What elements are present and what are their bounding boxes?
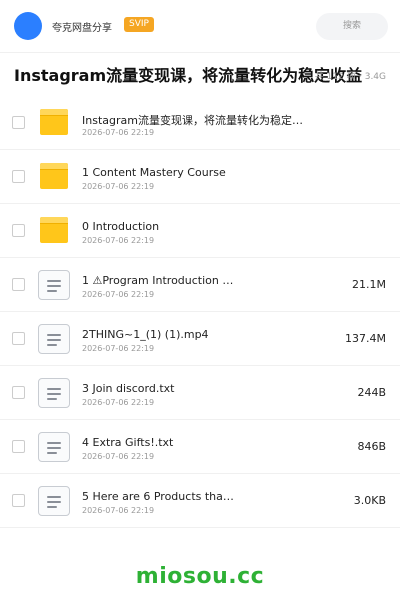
- file-list: Instagram流量变现课，将流量转化为稳定收益 2026-07-06 22:…: [0, 96, 400, 528]
- item-name: Instagram流量变现课，将流量转化为稳定收益: [82, 114, 312, 127]
- item-name: 1 ⚠Program Introduction …: [82, 274, 234, 287]
- file-icon: [38, 324, 70, 354]
- item-name: 0 Introduction: [82, 220, 160, 233]
- list-item[interactable]: 3 Join discord.txt 2026-07-06 22:19 244B: [0, 366, 400, 420]
- item-date: 2026-07-06 22:19: [82, 290, 155, 299]
- row-checkbox[interactable]: [12, 278, 25, 291]
- item-size: 3.0KB: [353, 494, 386, 507]
- row-checkbox[interactable]: [12, 440, 25, 453]
- row-checkbox[interactable]: [12, 170, 25, 183]
- item-name: 1 Content Mastery Course: [82, 166, 226, 179]
- list-item[interactable]: 1 ⚠Program Introduction … 2026-07-06 22:…: [0, 258, 400, 312]
- file-icon: [38, 486, 70, 516]
- item-date: 2026-07-06 22:19: [82, 398, 155, 407]
- item-date: 2026-07-06 22:19: [82, 182, 155, 191]
- file-icon: [38, 270, 70, 300]
- folder-icon: [38, 216, 70, 246]
- item-size: 846B: [357, 440, 386, 453]
- top-bar: 夸克网盘分享 SVIP 搜索: [0, 0, 400, 52]
- item-name: 5 Here are 6 Products tha…: [82, 490, 234, 503]
- item-date: 2026-07-06 22:19: [82, 236, 155, 245]
- item-date: 2026-07-06 22:19: [82, 506, 155, 515]
- folder-icon: [38, 108, 70, 138]
- svip-badge[interactable]: SVIP: [124, 17, 154, 32]
- item-size: 244B: [357, 386, 386, 399]
- watermark: miosou.cc: [135, 564, 265, 589]
- file-icon: [38, 378, 70, 408]
- divider: [0, 52, 400, 53]
- row-checkbox[interactable]: [12, 494, 25, 507]
- item-size: 21.1M: [352, 278, 386, 291]
- row-checkbox[interactable]: [12, 332, 25, 345]
- list-item[interactable]: 0 Introduction 2026-07-06 22:19: [0, 204, 400, 258]
- item-size: 137.4M: [345, 332, 386, 345]
- file-icon: [38, 432, 70, 462]
- item-date: 2026-07-06 22:19: [82, 452, 155, 461]
- share-meta: 共 112 项・3.4G: [314, 72, 386, 82]
- item-name: 4 Extra Gifts!.txt: [82, 436, 174, 449]
- folder-icon: [38, 162, 70, 192]
- item-name: 2THING~1_(1) (1).mp4: [82, 328, 209, 341]
- item-date: 2026-07-06 22:19: [82, 128, 155, 137]
- list-item[interactable]: 2THING~1_(1) (1).mp4 2026-07-06 22:19 13…: [0, 312, 400, 366]
- list-item[interactable]: Instagram流量变现课，将流量转化为稳定收益 2026-07-06 22:…: [0, 96, 400, 150]
- list-item[interactable]: 5 Here are 6 Products tha… 2026-07-06 22…: [0, 474, 400, 528]
- share-title: Instagram流量变现课，将流量转化为稳定收益: [14, 66, 363, 85]
- row-checkbox[interactable]: [12, 116, 25, 129]
- app-name: 夸克网盘分享: [52, 23, 112, 34]
- row-checkbox[interactable]: [12, 386, 25, 399]
- list-item[interactable]: 4 Extra Gifts!.txt 2026-07-06 22:19 846B: [0, 420, 400, 474]
- search-input[interactable]: 搜索: [316, 13, 388, 40]
- list-item[interactable]: 1 Content Mastery Course 2026-07-06 22:1…: [0, 150, 400, 204]
- avatar[interactable]: [14, 12, 42, 40]
- item-name: 3 Join discord.txt: [82, 382, 175, 395]
- row-checkbox[interactable]: [12, 224, 25, 237]
- item-date: 2026-07-06 22:19: [82, 344, 155, 353]
